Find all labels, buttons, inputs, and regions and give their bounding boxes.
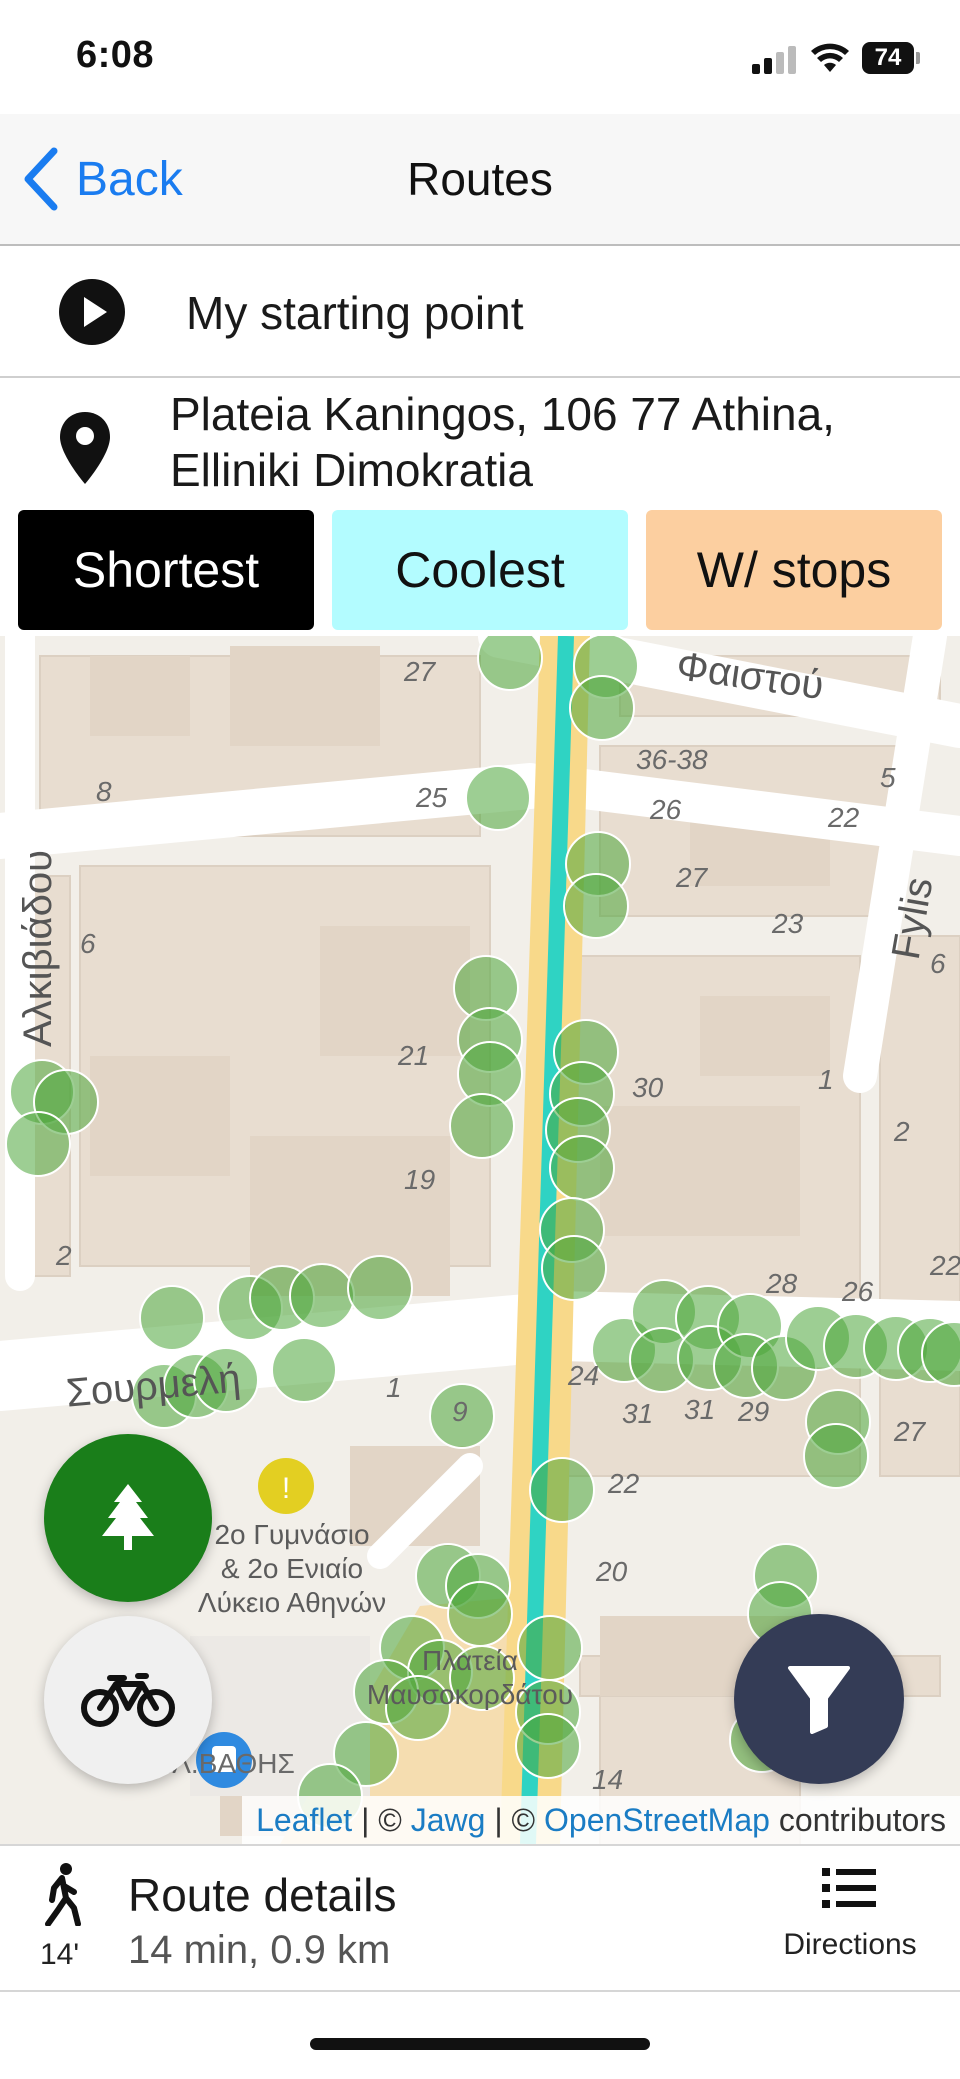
map-number: 5 <box>880 762 896 793</box>
attribution-separator: | © <box>485 1802 545 1838</box>
map-number: 23 <box>772 908 804 939</box>
svg-text:!: ! <box>282 1472 290 1505</box>
walking-person-icon <box>45 1863 81 1926</box>
map-number: 9 <box>452 1396 468 1427</box>
destination-line-1: Plateia Kaningos, 106 77 Athina, <box>170 388 835 440</box>
map-pin-icon <box>60 412 110 484</box>
starting-point-label: My starting point <box>186 287 524 339</box>
tab-coolest[interactable]: Coolest <box>332 510 628 630</box>
map-number: 31 <box>684 1394 716 1425</box>
destination-field[interactable]: Plateia Kaningos, 106 77 Athina, Ellinik… <box>0 378 960 508</box>
destination-address: Plateia Kaningos, 106 77 Athina, Ellinik… <box>170 386 930 498</box>
navigation-bar: Back Routes <box>0 114 960 246</box>
school-label-line-2: & 2ο Ενιαίο <box>220 1553 364 1584</box>
trees-layer-button[interactable] <box>44 1434 212 1602</box>
map-number: 22 <box>828 802 860 833</box>
map-number: 22 <box>930 1250 960 1281</box>
square-label-line-1: Πλατεία <box>422 1645 518 1676</box>
attribution-separator: | © <box>352 1802 411 1838</box>
filter-icon <box>788 1666 850 1734</box>
page-title: Routes <box>407 153 553 205</box>
destination-line-2: Elliniki Dimokratia <box>170 444 533 496</box>
map-number: 1 <box>386 1372 402 1403</box>
home-indicator[interactable] <box>310 2038 650 2050</box>
directions-label: Directions <box>783 1928 917 1961</box>
map-number: 26 <box>650 794 682 825</box>
walk-minutes: 14' <box>40 1938 80 1971</box>
map-number: 30 <box>632 1072 664 1103</box>
map-number: 24 <box>568 1360 600 1391</box>
route-details-panel[interactable]: 14' Route details 14 min, 0.9 km Directi… <box>0 1844 960 1992</box>
map-number: 6 <box>930 948 946 979</box>
map-number: 19 <box>404 1164 436 1195</box>
list-icon <box>822 1868 876 1908</box>
square-label: Πλατεία Μαυσοκορδάτου <box>340 1644 600 1712</box>
map-number: 20 <box>596 1556 628 1587</box>
map-number: 21 <box>398 1040 430 1071</box>
map-number: 27 <box>676 862 708 893</box>
status-bar: 6:08 74 <box>0 0 960 114</box>
street-label-alkiviadou: Αλκιβιάδου <box>15 850 60 1047</box>
map-number: 27 <box>404 656 436 687</box>
cellular-signal-icon <box>752 46 798 74</box>
map-number: 36-38 <box>636 744 708 775</box>
map-number: 6 <box>80 928 96 959</box>
map-number: 31 <box>622 1398 654 1429</box>
map-attribution: Leaflet | © Jawg | © OpenStreetMap contr… <box>242 1796 960 1844</box>
map-number: 27 <box>894 1416 926 1447</box>
map-number: 28 <box>766 1268 798 1299</box>
map-number: 25 <box>416 782 448 813</box>
map-number: 8 <box>96 776 112 807</box>
school-label-line-3: Λύκειο Αθηνών <box>197 1587 387 1618</box>
map-number: 2 <box>894 1116 910 1147</box>
battery-level: 74 <box>862 42 914 74</box>
tab-with-stops[interactable]: W/ stops <box>646 510 942 630</box>
attribution-suffix: contributors <box>769 1802 946 1838</box>
jawg-link[interactable]: Jawg <box>411 1802 486 1838</box>
map-number: 22 <box>608 1468 640 1499</box>
directions-button[interactable]: Directions <box>770 1866 930 1976</box>
bicycle-icon <box>81 1673 175 1727</box>
openstreetmap-link[interactable]: OpenStreetMap <box>544 1802 770 1838</box>
school-label: 2ο Γυμνάσιο & 2ο Ενιαίο Λύκειο Αθηνών <box>192 1518 392 1620</box>
map-number: 29 <box>738 1396 770 1427</box>
route-summary: 14 min, 0.9 km <box>128 1928 391 1972</box>
school-label-line-1: 2ο Γυμνάσιο <box>214 1519 370 1550</box>
filter-button[interactable] <box>734 1614 904 1784</box>
map-number: 14 <box>592 1764 624 1795</box>
tree-icon <box>102 1484 154 1550</box>
map-number: 2 <box>56 1240 72 1271</box>
starting-point-field[interactable]: My starting point <box>0 246 960 378</box>
square-label-line-2: Μαυσοκορδάτου <box>366 1679 574 1710</box>
battery-icon: 74 <box>862 42 920 74</box>
map-number: 1 <box>818 1064 834 1095</box>
map-number: 26 <box>842 1276 874 1307</box>
wifi-icon <box>811 43 849 72</box>
leaflet-link[interactable]: Leaflet <box>256 1802 352 1838</box>
play-circle-icon <box>59 279 125 345</box>
tab-shortest[interactable]: Shortest <box>18 510 314 630</box>
route-details-title: Route details <box>128 1869 397 1921</box>
status-time: 6:08 <box>76 34 155 76</box>
bike-mode-button[interactable] <box>44 1616 212 1784</box>
